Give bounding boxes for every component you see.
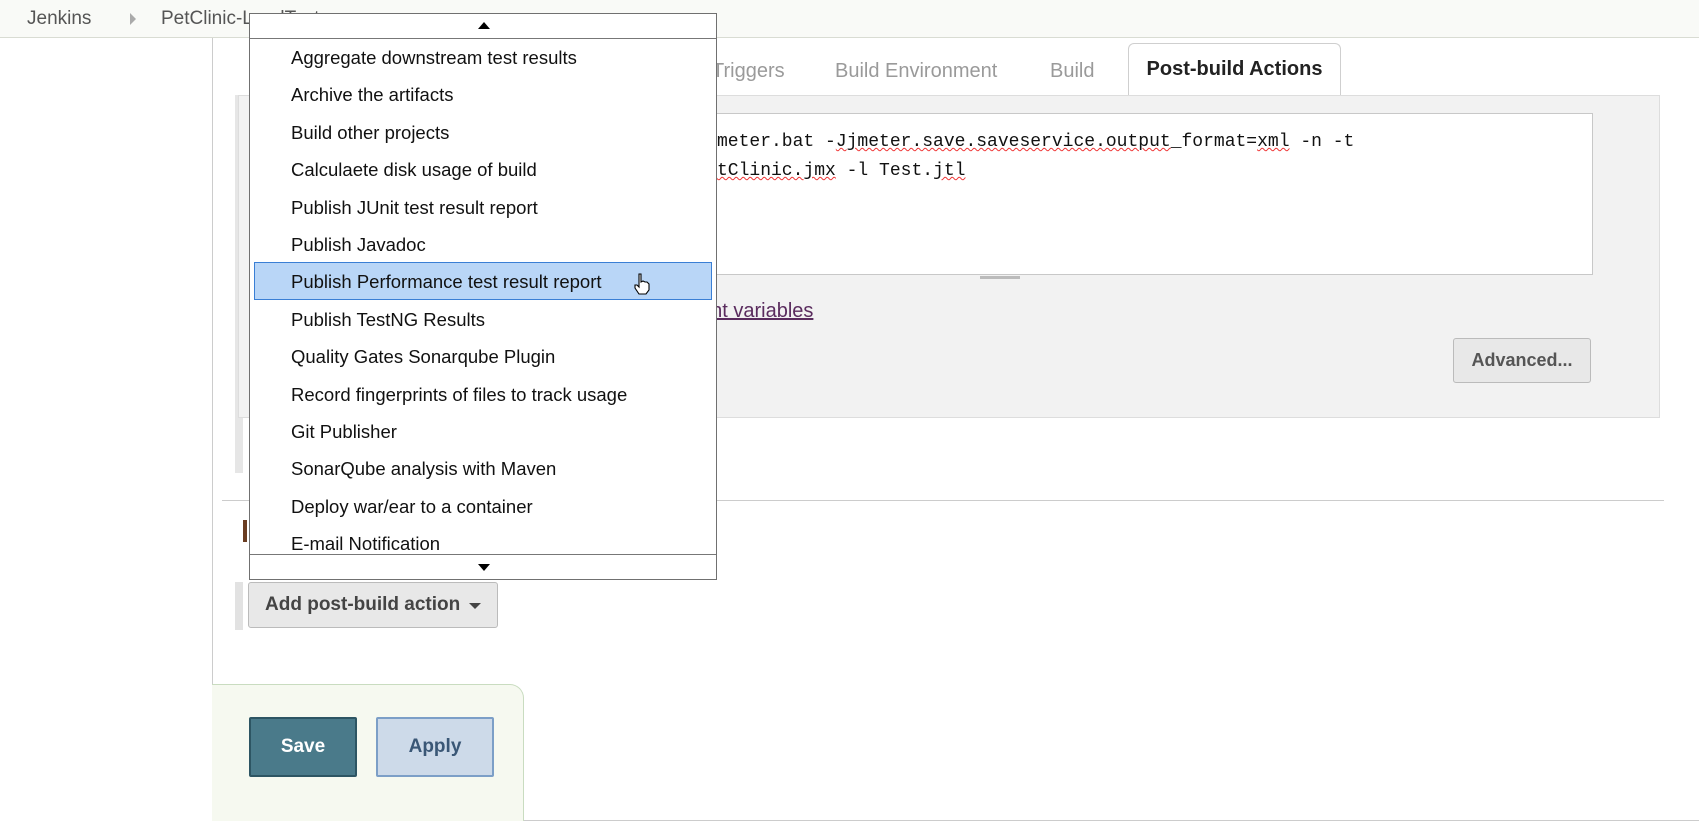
command-line-2: tClinic.jmx -l Test.jtl xyxy=(717,161,966,181)
tab-post-build-actions[interactable]: Post-build Actions xyxy=(1128,43,1341,95)
tab-triggers[interactable]: Triggers xyxy=(712,60,785,83)
dropdown-item[interactable]: Aggregate downstream test results xyxy=(254,38,712,75)
section-heading-fragment xyxy=(243,520,247,542)
environment-variables-link[interactable]: ent variables xyxy=(700,300,813,323)
tab-build-environment[interactable]: Build Environment xyxy=(835,60,997,83)
post-build-action-dropdown[interactable]: Aggregate downstream test results Archive… xyxy=(249,13,717,580)
save-button[interactable]: Save xyxy=(249,717,357,777)
dropdown-item[interactable]: Git Publisher xyxy=(254,412,712,449)
arrow-up-icon xyxy=(478,22,490,29)
breadcrumb-separator-icon xyxy=(130,13,136,25)
add-post-build-action-label: Add post-build action xyxy=(265,594,461,615)
add-post-build-action-button[interactable]: Add post-build action xyxy=(248,582,498,628)
dropdown-item[interactable]: Record fingerprints of files to track us… xyxy=(254,375,712,412)
dropdown-scroll-down[interactable] xyxy=(250,554,716,579)
hand-cursor-icon xyxy=(634,273,650,295)
dropdown-list: Aggregate downstream test results Archive… xyxy=(250,38,716,556)
dropdown-item[interactable]: Build other projects xyxy=(254,113,712,150)
chevron-down-icon xyxy=(469,603,481,609)
arrow-down-icon xyxy=(478,564,490,571)
command-line-1: meter.bat -Jjmeter.save.saveservice.outp… xyxy=(717,132,1355,152)
dropdown-item[interactable]: Deploy war/ear to a container xyxy=(254,487,712,524)
dropdown-item[interactable]: Calculaete disk usage of build xyxy=(254,150,712,187)
dropdown-item[interactable]: Publish Javadoc xyxy=(254,225,712,262)
command-textarea[interactable]: meter.bat -Jjmeter.save.saveservice.outp… xyxy=(700,113,1593,275)
dropdown-item[interactable]: Publish JUnit test result report xyxy=(254,188,712,225)
tab-build[interactable]: Build xyxy=(1050,60,1094,83)
dropdown-item[interactable]: Archive the artifacts xyxy=(254,75,712,112)
dropdown-item[interactable]: Publish TestNG Results xyxy=(254,300,712,337)
add-action-stripe xyxy=(235,582,243,630)
dropdown-item[interactable]: Quality Gates Sonarqube Plugin xyxy=(254,337,712,374)
breadcrumb-jenkins[interactable]: Jenkins xyxy=(27,8,91,30)
dropdown-item[interactable]: E-mail Notification xyxy=(254,524,712,556)
dropdown-item[interactable]: SonarQube analysis with Maven xyxy=(254,449,712,486)
apply-button[interactable]: Apply xyxy=(376,717,494,777)
advanced-button[interactable]: Advanced... xyxy=(1453,338,1591,383)
resize-handle[interactable] xyxy=(980,276,1020,279)
dropdown-scroll-up[interactable] xyxy=(250,14,716,39)
